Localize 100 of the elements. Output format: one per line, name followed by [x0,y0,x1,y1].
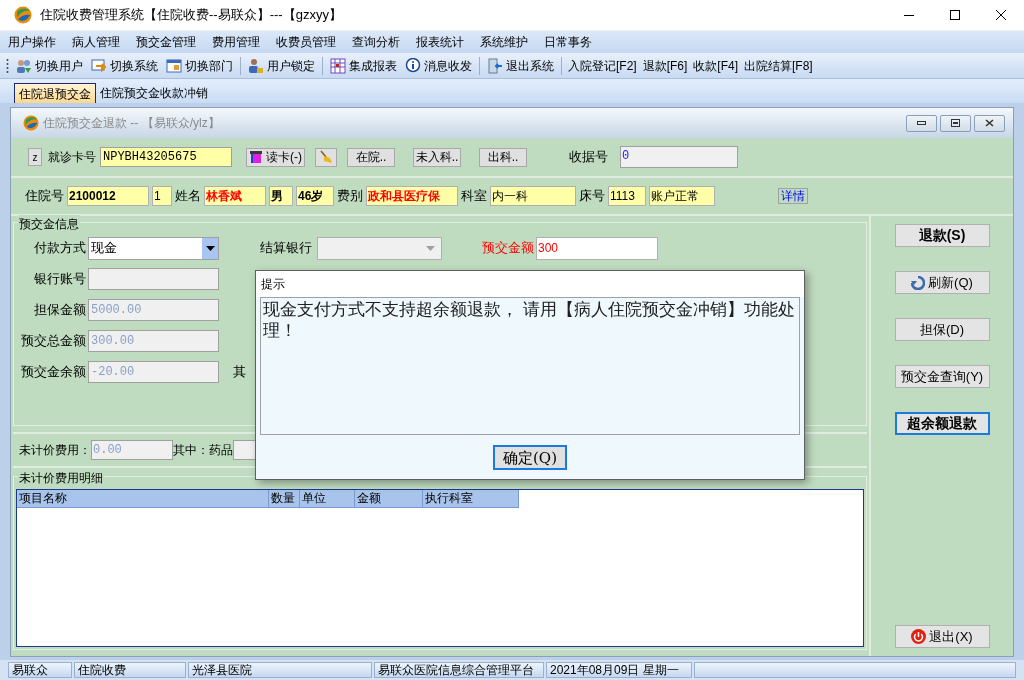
field-label: 费别 [337,187,363,206]
action-button[interactable]: 担保(D) [894,318,990,341]
calendar-icon [166,57,182,74]
z-button[interactable]: z [28,148,42,166]
close-icon [996,10,1006,20]
window-arrow-icon [91,57,107,74]
toolbar-button[interactable]: 退出系统 [486,56,555,75]
broom-icon [319,150,333,164]
window-title: 住院收费管理系统【住院收费--易联众】---【gzxyy】 [40,6,342,25]
status-cell: 住院收费 [74,662,186,678]
column-header[interactable]: 项目名称 [17,490,269,507]
users-icon [16,57,32,74]
toolbar-button[interactable]: 入院登记[F2] [568,56,637,75]
app-logo-icon [23,115,39,131]
column-header[interactable]: 数量 [269,490,300,507]
exit-button[interactable]: 退出(X) [894,625,990,648]
read-card-button[interactable]: 读卡(-) [246,147,305,167]
clear-button[interactable] [315,147,337,167]
minimize-icon [917,121,926,125]
field-label: 姓名 [175,187,201,206]
field-label: 预交金额 [482,239,534,258]
info-field: 账户正常 [649,186,715,206]
menu-item[interactable]: 用户操作 [8,33,56,51]
door-icon [487,57,503,74]
menu-item[interactable]: 系统维护 [480,33,528,51]
power-icon [911,629,927,644]
field-label: 住院号 [25,187,64,206]
toolbar-button[interactable]: 切换部门 [165,56,234,75]
menu-item[interactable]: 费用管理 [212,33,260,51]
grip-icon [6,57,9,74]
column-header[interactable]: 金额 [355,490,423,507]
receipt-number-field[interactable]: 0 [620,146,738,168]
info-field: 内一科 [490,186,576,206]
toolbar-button[interactable]: 切换用户 [15,56,84,75]
card-reader-icon [249,150,263,164]
menu-item[interactable]: 查询分析 [352,33,400,51]
grid-icon [330,57,346,74]
card-number-label: 就诊卡号 [48,149,96,166]
toolbar-button[interactable]: 用户锁定 [247,56,316,75]
close-button[interactable] [974,114,1005,132]
filter-button[interactable]: 出科.. [479,147,527,167]
field-label: 付款方式 [33,239,87,258]
restore-button[interactable] [940,114,971,132]
field-label: 床号 [579,187,605,206]
menu-item[interactable]: 预交金管理 [136,33,196,51]
column-header[interactable]: 执行科室 [423,490,519,507]
toolbar-button[interactable]: 退款[F6] [642,56,688,75]
info-field: 林香斌 [204,186,266,206]
minimize-button[interactable] [906,114,937,132]
menu-item[interactable]: 报表统计 [416,33,464,51]
group-title: 未计价费用明细 [18,469,104,487]
toolbar-button[interactable]: 切换系统 [90,56,159,75]
action-button[interactable]: 超余额退款 [894,412,990,435]
filter-button[interactable]: 未入科.. [413,147,461,167]
tab[interactable]: 住院预交金收款冲销 [96,83,212,103]
info-field: 男 [269,186,293,206]
action-button[interactable]: 预交金查询(Y) [894,365,990,388]
field-label: 银行账号 [33,270,87,289]
status-cell: 易联众医院信息综合管理平台 [374,662,544,678]
payment-method-dropdown[interactable]: 现金 [88,236,219,260]
field-label: 预交金余额 [20,363,87,382]
toolbar-button[interactable]: 出院结算[F8] [744,56,813,75]
menu-item[interactable]: 日常事务 [544,33,592,51]
status-cell: 光泽县医院 [188,662,372,678]
info-field: 1113 [608,186,646,206]
maximize-icon [951,119,960,127]
info-field: 2100012 [67,186,149,206]
action-button[interactable]: 退款(S) [894,224,990,247]
field-label: 其 [233,363,246,382]
toolbar-button[interactable]: 收款[F4] [693,56,738,75]
toolbar-button[interactable]: 集成报表 [329,56,398,75]
tab[interactable]: 住院退预交金 [14,83,96,103]
field-label: 其中：药品 [173,442,233,459]
dropdown-arrow-icon [205,245,215,251]
card-number-field[interactable]: NPYBH43205675 [100,147,232,167]
prepay-amount-field[interactable]: 300 [536,236,658,260]
info-icon [405,57,421,74]
dialog-title: 提示 [261,276,285,293]
refresh-icon [911,275,926,290]
close-icon [985,119,994,127]
info-field: 1 [152,186,172,206]
field-label: 科室 [461,187,487,206]
info-field: 46岁 [296,186,334,206]
info-field: 政和县医疗保 [366,186,458,206]
details-button[interactable]: 详情 [778,188,808,204]
dropdown-arrow-icon [426,245,435,251]
unpriced-fee-field: 0.00 [91,440,173,460]
toolbar-button[interactable]: 消息收发 [404,56,473,75]
menu-item[interactable]: 病人管理 [72,33,120,51]
filter-button[interactable]: 在院.. [347,147,395,167]
column-header[interactable]: 单位 [300,490,355,507]
field-label: 担保金额 [33,301,87,320]
menu-item[interactable]: 收费员管理 [276,33,336,51]
minimize-icon [904,14,914,16]
field-label: 未计价费用： [19,442,91,459]
user-lock-icon [248,57,264,74]
action-button[interactable]: 刷新(Q) [894,271,990,294]
status-cell: 2021年08月09日 星期一 [546,662,692,678]
ok-button[interactable]: 确定(Q) [493,444,567,470]
status-cell: 易联众 [8,662,72,678]
